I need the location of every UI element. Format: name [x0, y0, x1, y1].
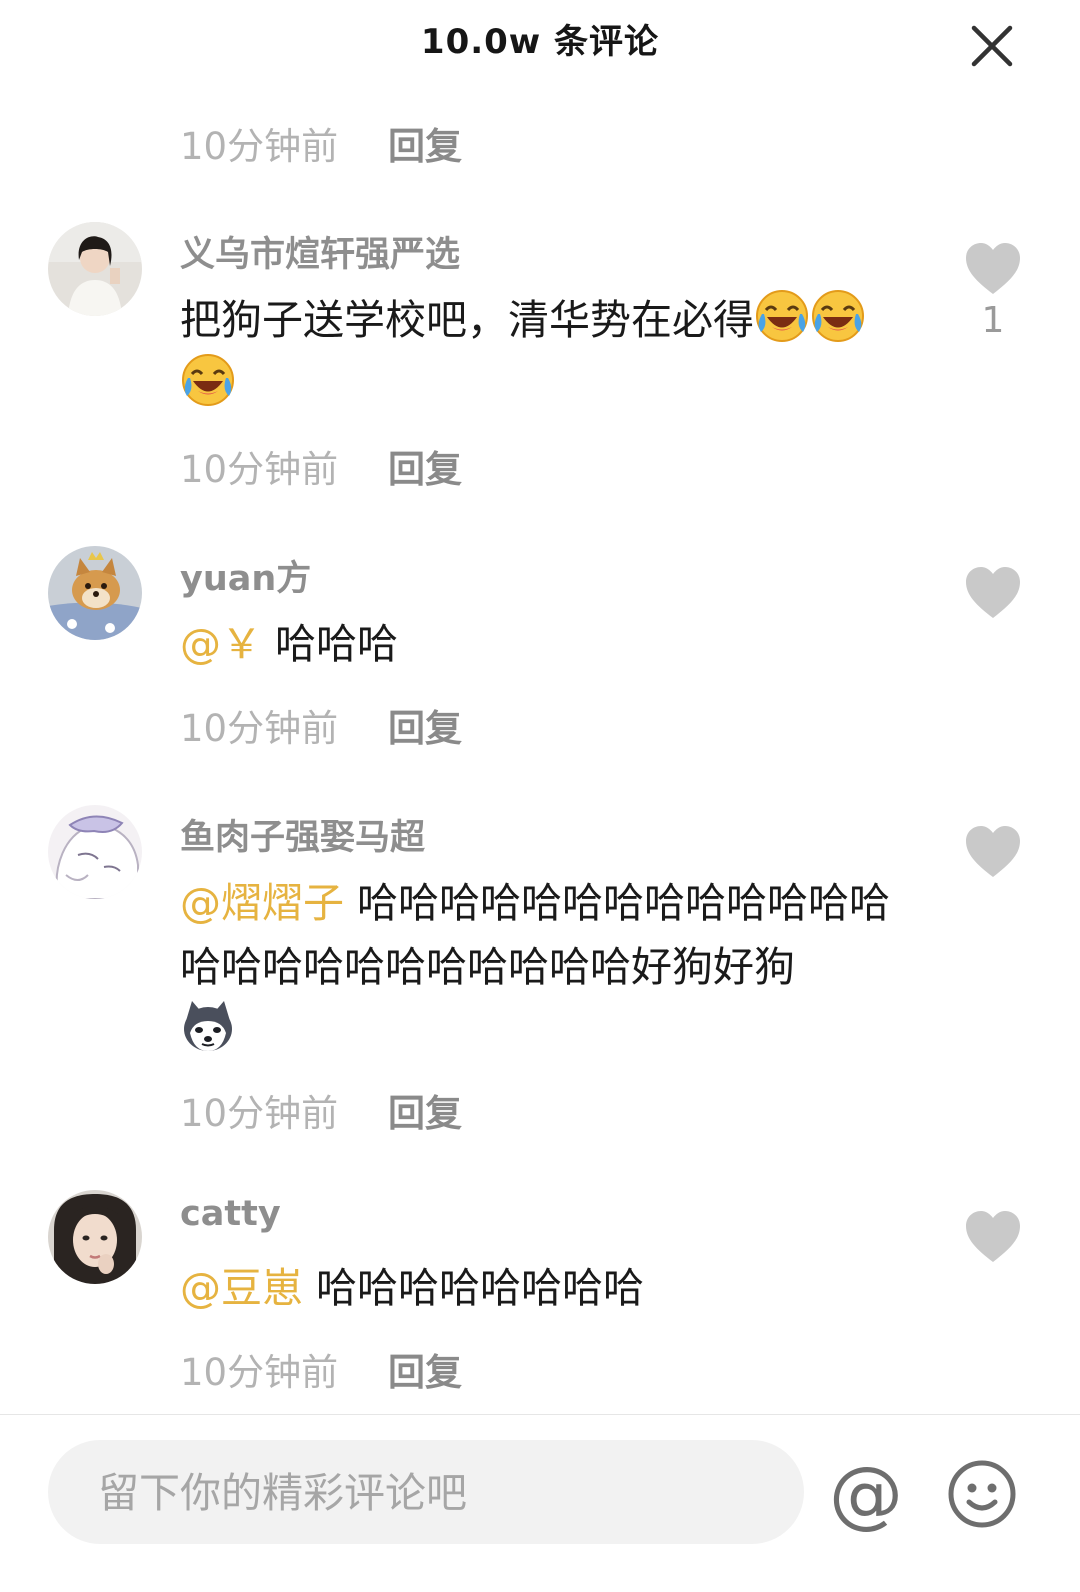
timestamp: 10分钟前	[180, 1092, 339, 1135]
username[interactable]: 鱼肉子强娶马超	[180, 809, 425, 860]
timestamp: 10分钟前	[180, 707, 339, 750]
username[interactable]: yuan方	[180, 550, 311, 601]
avatar[interactable]	[48, 805, 142, 899]
comment-body: 哈哈哈	[275, 620, 399, 668]
avatar[interactable]	[48, 1190, 142, 1284]
comment-body: 哈哈哈哈哈哈哈哈	[316, 1264, 645, 1312]
laugh-cry-emoji	[180, 352, 236, 408]
comment-text: 把狗子送学校吧，清华势在必得	[180, 288, 920, 416]
close-icon[interactable]	[968, 22, 1016, 70]
mention-link[interactable]: @豆崽	[180, 1264, 303, 1312]
timestamp: 10分钟前	[180, 1351, 339, 1394]
username[interactable]: catty	[180, 1194, 281, 1234]
like-count: 1	[981, 300, 1005, 341]
avatar[interactable]	[48, 546, 142, 640]
username[interactable]: 义乌市煊轩强严选	[180, 226, 460, 277]
avatar[interactable]	[48, 222, 142, 316]
comment-text: @￥ 哈哈哈	[180, 612, 920, 676]
timestamp: 10分钟前	[180, 125, 339, 168]
reply-button[interactable]: 回复	[388, 1083, 462, 1137]
husky-dog-emoji	[180, 999, 236, 1055]
laugh-cry-emoji	[810, 288, 866, 344]
timestamp: 10分钟前	[180, 448, 339, 491]
at-mention-icon[interactable]: @	[826, 1454, 906, 1534]
reply-button[interactable]: 回复	[388, 698, 462, 752]
mention-link[interactable]: @熠熠子	[180, 879, 344, 927]
like-heart-icon[interactable]	[964, 1210, 1022, 1264]
comment-count-title: 10.0w 条评论	[420, 22, 660, 62]
comment-text: @熠熠子 哈哈哈哈哈哈哈哈哈哈哈哈哈哈哈哈哈哈哈哈哈哈哈哈好狗好狗	[180, 871, 920, 1063]
laugh-cry-emoji	[754, 288, 810, 344]
like-heart-icon[interactable]	[964, 825, 1022, 879]
reply-button[interactable]: 回复	[388, 116, 462, 170]
mention-link[interactable]: @￥	[180, 620, 262, 668]
comment-text: @豆崽 哈哈哈哈哈哈哈哈	[180, 1256, 920, 1320]
comment-input[interactable]	[96, 1440, 780, 1546]
header: 10.0w 条评论	[0, 0, 1080, 80]
divider	[0, 1414, 1080, 1415]
like-heart-icon[interactable]	[964, 566, 1022, 620]
comment-body: 把狗子送学校吧，清华势在必得	[180, 296, 754, 344]
comment-input-box[interactable]	[48, 1440, 804, 1546]
reply-button[interactable]: 回复	[388, 1342, 462, 1396]
emoji-smile-icon[interactable]	[946, 1458, 1018, 1530]
reply-button[interactable]: 回复	[388, 439, 462, 493]
like-heart-icon[interactable]	[964, 242, 1022, 296]
